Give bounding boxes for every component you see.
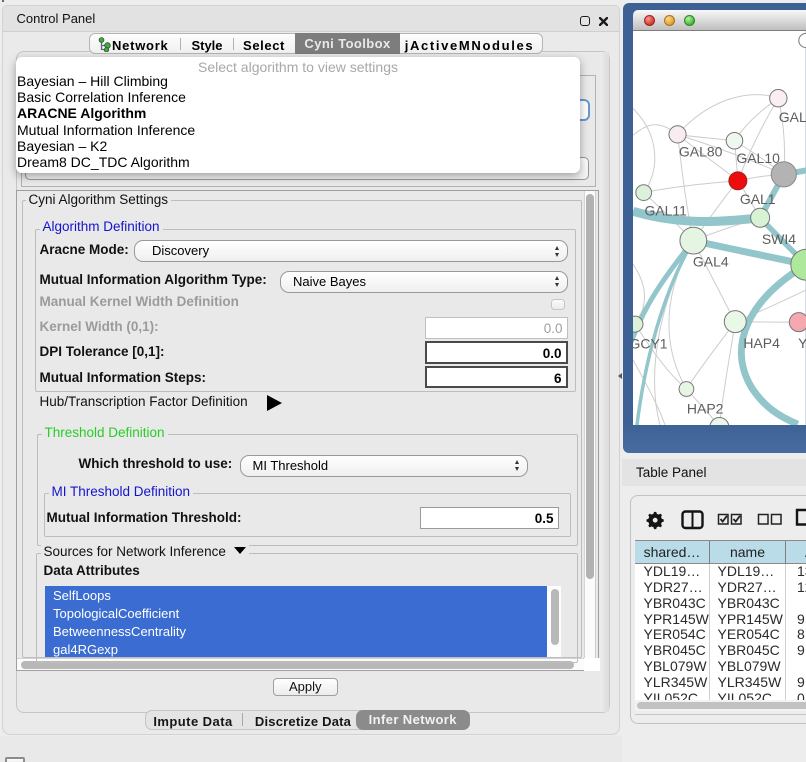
svg-text:GCY1: GCY1 bbox=[633, 336, 668, 352]
svg-text:SWI4: SWI4 bbox=[762, 231, 796, 247]
svg-text:GAL11: GAL11 bbox=[644, 202, 687, 218]
svg-text:GAL80: GAL80 bbox=[679, 143, 723, 159]
svg-text:GAL4: GAL4 bbox=[693, 254, 729, 270]
svg-text:HAP4: HAP4 bbox=[743, 335, 780, 351]
svg-text:GAL1: GAL1 bbox=[740, 191, 776, 207]
svg-text:Y: Y bbox=[798, 335, 806, 351]
svg-text:GAL: GAL bbox=[779, 109, 806, 125]
svg-text:GAL10: GAL10 bbox=[736, 150, 780, 166]
svg-text:HAP2: HAP2 bbox=[687, 401, 724, 417]
